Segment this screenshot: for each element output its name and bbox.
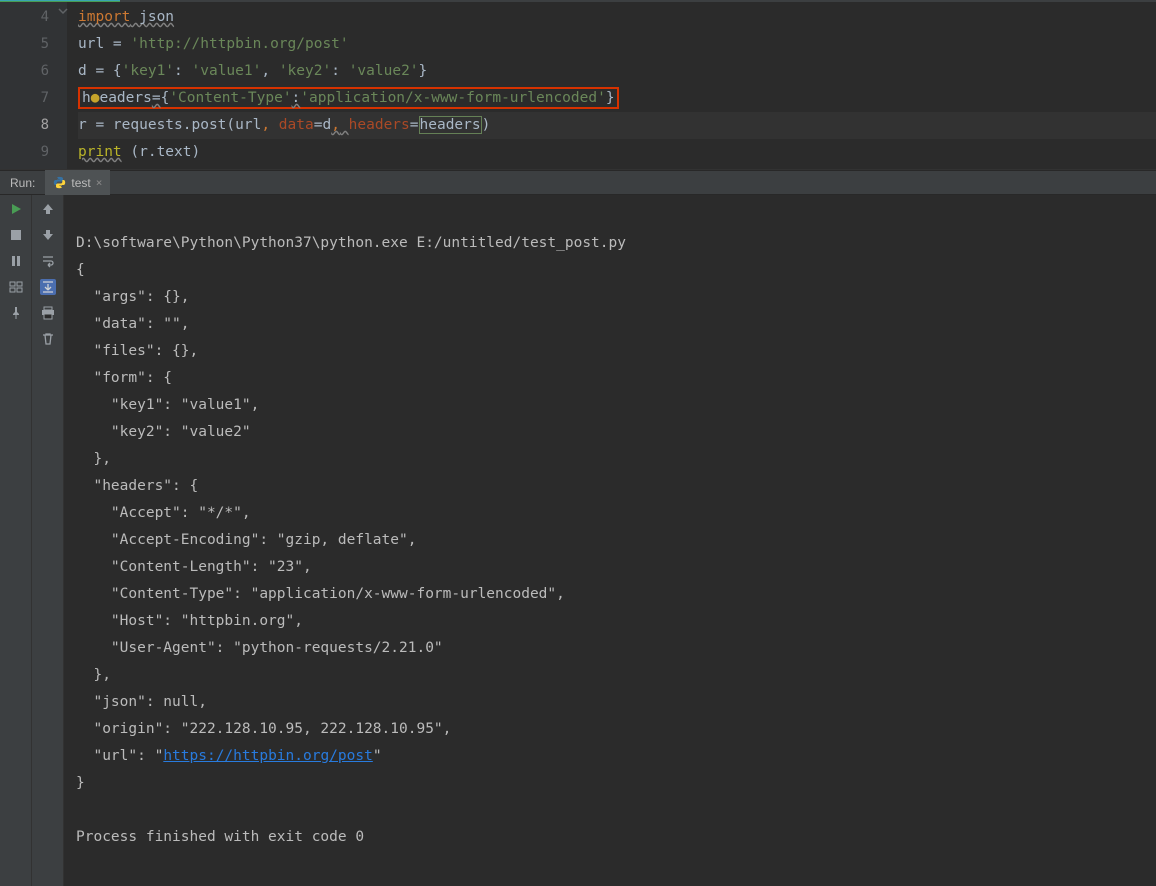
line-number-current: 8 (0, 112, 49, 139)
run-label: Run: (0, 176, 45, 190)
rerun-icon[interactable] (8, 201, 24, 217)
print-icon[interactable] (40, 305, 56, 321)
line-number: 7 (0, 85, 49, 112)
console-line: "headers": { (76, 478, 198, 494)
up-icon[interactable] (40, 201, 56, 217)
python-icon (53, 176, 66, 189)
console-output[interactable]: D:\software\Python\Python37\python.exe E… (64, 195, 1156, 886)
line-number: 9 (0, 139, 49, 166)
console-line: "Content-Length": "23", (76, 559, 320, 575)
console-line: "args": {}, (76, 289, 198, 305)
scroll-to-end-icon[interactable] (40, 279, 56, 295)
layout-icon[interactable] (8, 279, 24, 295)
code-line: d = {'key1': 'value1', 'key2': 'value2'} (78, 58, 1156, 85)
highlight-box: h●eaders={'Content-Type':'application/x-… (78, 87, 619, 109)
code-line: url = 'http://httpbin.org/post' (78, 31, 1156, 58)
line-number: 5 (0, 31, 49, 58)
run-panel-body: D:\software\Python\Python37\python.exe E… (0, 195, 1156, 886)
close-icon[interactable]: × (96, 176, 103, 189)
code-editor[interactable]: import json url = 'http://httpbin.org/po… (68, 2, 1156, 169)
line-number: 6 (0, 58, 49, 85)
pause-icon[interactable] (8, 253, 24, 269)
run-tab-label: test (71, 176, 90, 190)
console-line: "files": {}, (76, 343, 207, 359)
softwrap-icon[interactable] (40, 253, 56, 269)
code-line: import json (78, 4, 1156, 31)
editor-area: 4 5 6 7 8 9 import json url = 'http://ht… (0, 2, 1156, 170)
console-line: "json": null, (76, 694, 216, 710)
console-line: "key2": "value2" (76, 424, 251, 440)
code-line-highlighted: h●eaders={'Content-Type':'application/x-… (78, 85, 1156, 112)
console-line: { (76, 262, 85, 278)
console-line: Process finished with exit code 0 (76, 829, 364, 845)
console-line: }, (76, 451, 120, 467)
console-line: "data": "", (76, 316, 198, 332)
trash-icon[interactable] (40, 331, 56, 347)
url-link[interactable]: https://httpbin.org/post (163, 748, 373, 764)
console-line: "Host": "httpbin.org", (76, 613, 312, 629)
console-line: "Accept": "*/*", (76, 505, 259, 521)
run-panel-header: Run: test × (0, 170, 1156, 195)
console-line: D:\software\Python\Python37\python.exe E… (76, 235, 626, 251)
console-line: } (76, 775, 85, 791)
run-toolbar-left (0, 195, 32, 886)
pin-icon[interactable] (8, 305, 24, 321)
console-line: "Content-Type": "application/x-www-form-… (76, 586, 574, 602)
line-number: 4 (0, 4, 49, 31)
code-line: print (r.text) (78, 139, 1156, 166)
console-line: "origin": "222.128.10.95, 222.128.10.95"… (76, 721, 460, 737)
console-line: "url": "https://httpbin.org/post" (76, 748, 382, 764)
run-toolbar-right (32, 195, 64, 886)
down-icon[interactable] (40, 227, 56, 243)
collapse-icon[interactable] (58, 6, 68, 16)
console-line: "Accept-Encoding": "gzip, deflate", (76, 532, 425, 548)
code-line-current: r = requests.post(url, data=d, headers=h… (78, 112, 1156, 139)
editor-gutter: 4 5 6 7 8 9 (0, 2, 68, 169)
caret-position: headers (419, 116, 482, 134)
stop-icon[interactable] (8, 227, 24, 243)
console-line: "User-Agent": "python-requests/2.21.0" (76, 640, 443, 656)
run-tab[interactable]: test × (45, 170, 110, 195)
console-line: "form": { (76, 370, 172, 386)
console-line: }, (76, 667, 120, 683)
console-line: "key1": "value1", (76, 397, 268, 413)
